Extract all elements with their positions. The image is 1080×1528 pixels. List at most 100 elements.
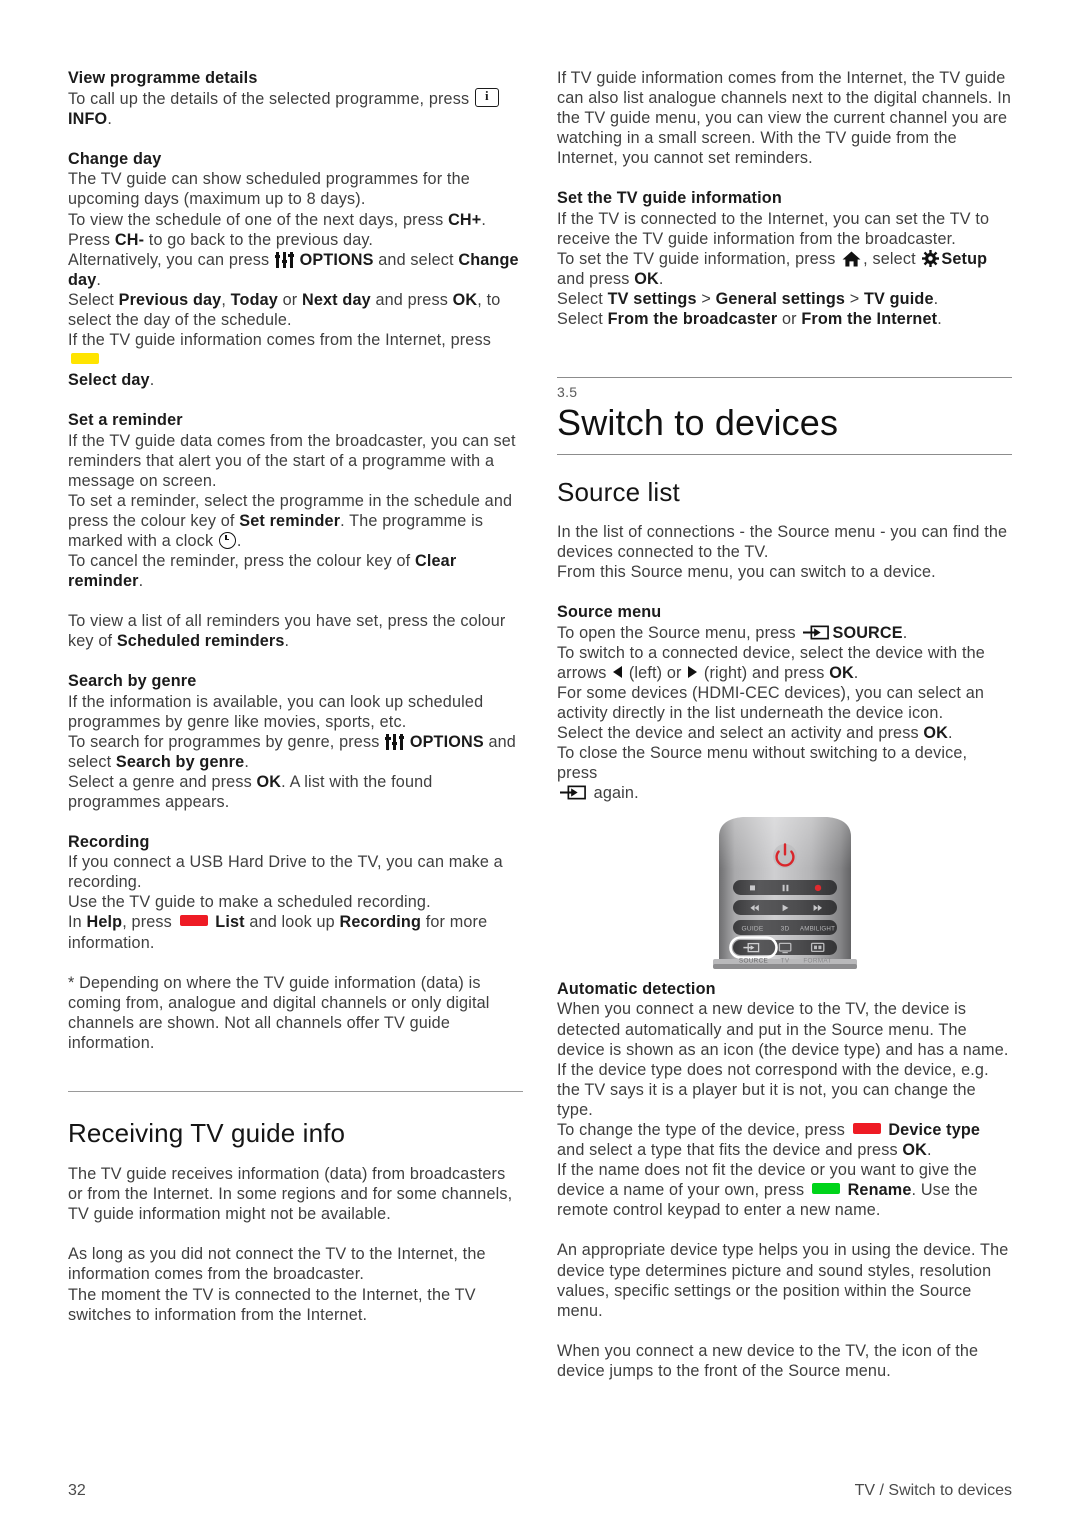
text-bold: OK <box>829 663 854 682</box>
text-run: . <box>658 269 664 288</box>
para-search-genre-1: If the information is available, you can… <box>68 692 484 731</box>
text-bold: OK <box>452 290 478 309</box>
red-colour-key-icon <box>852 1123 881 1134</box>
para-receiving-1: The TV guide receives information (data)… <box>68 1165 513 1224</box>
yellow-colour-key-icon <box>71 353 99 365</box>
text-run: . <box>96 270 102 289</box>
text-bold: OK <box>902 1141 927 1160</box>
page-footer: 32 TV / Switch to devices <box>68 1482 1012 1500</box>
red-colour-key-icon <box>179 915 208 927</box>
heading-search-by-genre: Search by genre <box>68 672 197 691</box>
text-run: . <box>284 632 290 651</box>
text-run: . <box>149 371 155 390</box>
remote-3d-label: 3D <box>780 926 789 933</box>
text-bold: INFO <box>68 110 108 129</box>
text-run: . <box>933 289 939 308</box>
para-set-info-2: To set the TV guide information, press ,… <box>557 249 1012 289</box>
arrow-left-icon <box>613 665 623 678</box>
para-source-menu-4: Select the device and select an activity… <box>557 723 1012 743</box>
text-bold: Next day <box>302 290 371 309</box>
text-run: . <box>481 210 487 229</box>
text-run: to go back to the previous day. <box>144 230 374 249</box>
home-icon <box>842 251 861 267</box>
text-run: and press <box>370 290 453 309</box>
text-run: Select <box>68 290 119 309</box>
para-auto-detect-1: When you connect a new device to the TV,… <box>557 1000 1009 1119</box>
heading-receiving-tv-guide-info: Receiving TV guide info <box>68 1118 346 1149</box>
remote-control-svg: GUIDE 3D AMBILIGHT SOURCE TV FORMAT <box>712 817 857 970</box>
text-run: Press <box>68 230 115 249</box>
remote-guide-label: GUIDE <box>741 926 763 933</box>
para-set-reminder-3: To cancel the reminder, press the colour… <box>68 551 523 591</box>
text-run: , press <box>122 913 177 932</box>
para-change-day-2: To view the schedule of one of the next … <box>68 210 523 230</box>
para-set-info-1: If the TV is connected to the Internet, … <box>557 209 990 248</box>
text-run: (right) and press <box>699 663 830 682</box>
right-column: If TV guide information comes from the I… <box>557 68 1012 1381</box>
para-auto-detect-2: To change the type of the device, press … <box>557 1120 1012 1160</box>
para-set-reminder-4: To view a list of all reminders you have… <box>68 611 523 651</box>
para-change-day-4: Alternatively, you can press OPTIONS and… <box>68 250 523 290</box>
para-source-list-1: In the list of connections - the Source … <box>557 523 1008 562</box>
text-run: To call up the details of the selected p… <box>68 90 474 109</box>
text-run: To close the Source menu without switchi… <box>557 744 968 783</box>
text-bold: CH+ <box>448 210 482 229</box>
text-run: . <box>853 663 859 682</box>
text-run: To view the schedule of one of the next … <box>68 210 449 229</box>
para-receiving-3: The moment the TV is connected to the In… <box>68 1285 476 1324</box>
text-run: and look up <box>244 913 340 932</box>
text-bold: TV settings <box>607 289 697 308</box>
text-bold: Select day <box>68 371 150 390</box>
text-run: If the TV guide information comes from t… <box>68 331 491 350</box>
para-recording-2: Use the TV guide to make a scheduled rec… <box>68 893 431 912</box>
para-right-intro: If TV guide information comes from the I… <box>557 69 1012 168</box>
heading-recording: Recording <box>68 833 150 852</box>
para-set-reminder-2: To set a reminder, select the programme … <box>68 491 523 551</box>
para-set-reminder-1: If the TV guide data comes from the broa… <box>68 431 516 490</box>
remote-format-label: FORMAT <box>803 958 831 965</box>
text-run: To open the Source menu, press <box>557 623 801 642</box>
text-run: Alternatively, you can press <box>68 250 274 269</box>
para-source-menu-2: To switch to a connected device, select … <box>557 643 1012 683</box>
text-bold: Device type <box>888 1121 981 1139</box>
text-run: Select a genre and press <box>68 772 257 791</box>
text-run: and press <box>557 269 635 288</box>
text-bold: OK <box>256 772 282 791</box>
text-run: , select <box>863 249 921 268</box>
para-set-info-3: Select TV settings > General settings > … <box>557 289 1012 309</box>
chapter-title: Switch to devices <box>557 402 839 444</box>
remote-tv-label: TV <box>780 958 789 965</box>
remote-ambilight-label: AMBILIGHT <box>799 926 834 933</box>
chapter-top-rule <box>557 377 1012 379</box>
text-bold: From the broadcaster <box>607 310 778 329</box>
text-bold: Today <box>230 290 278 309</box>
para-change-day-1: The TV guide can show scheduled programm… <box>68 170 470 209</box>
text-run: . <box>236 531 242 550</box>
text-run: and select <box>373 250 459 269</box>
source-icon <box>560 785 586 800</box>
text-run: . <box>937 310 942 329</box>
para-source-menu-3: For some devices (HDMI-CEC devices), you… <box>557 683 985 722</box>
para-auto-detect-4: An appropriate device type helps you in … <box>557 1241 1009 1320</box>
para-change-day-5: Select Previous day, Today or Next day a… <box>68 290 523 330</box>
text-bold: Rename <box>847 1181 912 1200</box>
para-search-genre-2: To search for programmes by genre, press… <box>68 732 523 772</box>
para-search-genre-3: Select a genre and press OK. A list with… <box>68 772 523 812</box>
text-bold: OPTIONS <box>299 250 374 269</box>
para-source-list-2: From this Source menu, you can switch to… <box>557 563 936 582</box>
text-run: Select <box>557 310 608 329</box>
para-auto-detect-3: If the name does not fit the device or y… <box>557 1160 1012 1220</box>
para-receiving-2: As long as you did not connect the TV to… <box>68 1245 486 1284</box>
para-source-menu-5: To close the Source menu without switchi… <box>557 743 1012 803</box>
para-set-info-4: Select From the broadcaster or From the … <box>557 309 1012 329</box>
text-bold: OPTIONS <box>409 732 484 751</box>
para-recording-1: If you connect a USB Hard Drive to the T… <box>68 853 503 892</box>
text-bold: List <box>215 913 245 932</box>
